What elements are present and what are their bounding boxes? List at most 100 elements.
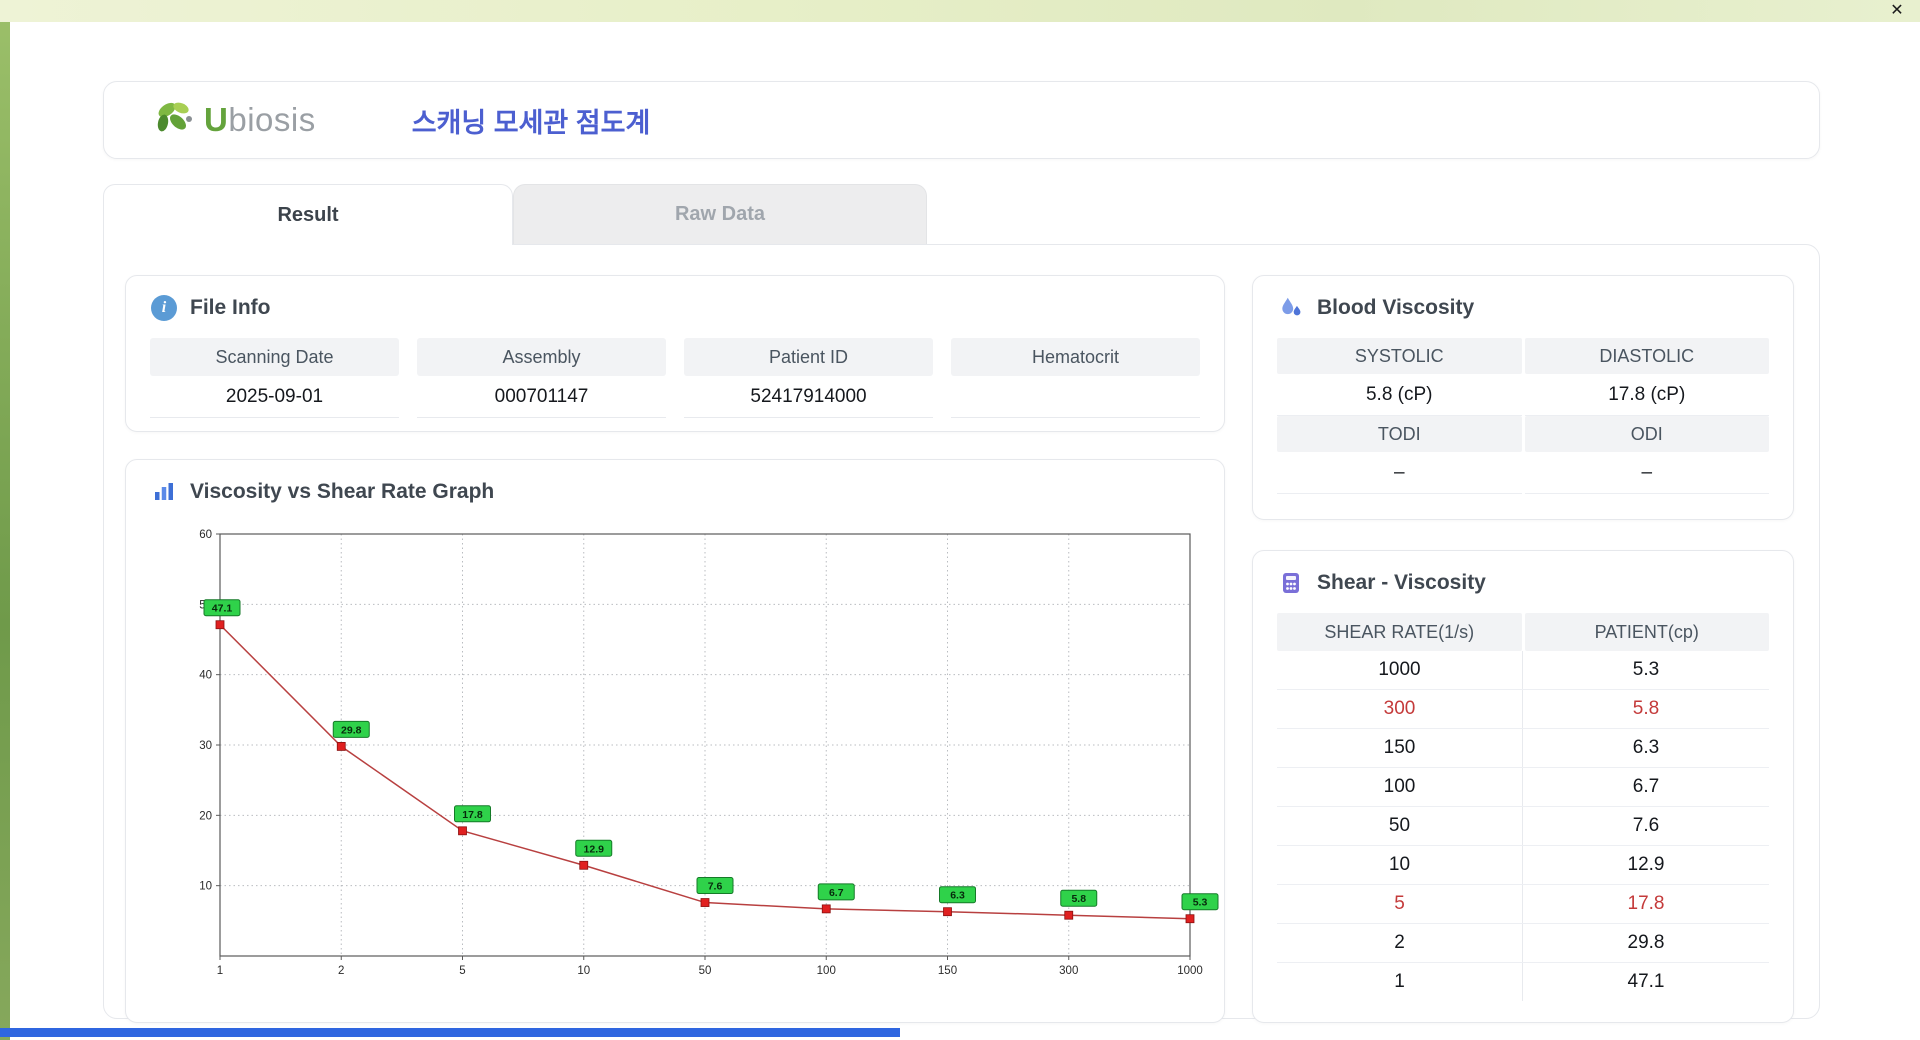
shear-table-header: SHEAR RATE(1/s) PATIENT(cp) [1277, 613, 1769, 651]
graph-title: Viscosity vs Shear Rate Graph [150, 478, 1200, 506]
table-row: 1000 5.3 [1277, 651, 1769, 690]
blood-viscosity-title-text: Blood Viscosity [1317, 296, 1475, 319]
svg-text:2: 2 [338, 965, 344, 977]
chart-point [943, 907, 952, 917]
file-info-title-text: File Info [190, 296, 271, 319]
graph-title-text: Viscosity vs Shear Rate Graph [190, 480, 495, 503]
field-value: 52417914000 [684, 376, 933, 418]
bv-value-todi: – [1277, 452, 1522, 494]
svg-text:12.9: 12.9 [584, 843, 605, 855]
table-row: 50 7.6 [1277, 807, 1769, 846]
svg-text:5.3: 5.3 [1193, 897, 1208, 909]
content-panel: i File Info Scanning Date 2025-09-01 Ass… [103, 244, 1820, 1023]
field-assembly: Assembly 000701147 [417, 338, 666, 418]
svg-text:7.6: 7.6 [708, 881, 723, 893]
leaf-cluster-icon [157, 102, 192, 132]
chart-point [579, 860, 589, 870]
cell-patient: 29.8 [1627, 932, 1665, 953]
blood-viscosity-card: Blood Viscosity SYSTOLIC DIASTOLIC 5.8 (… [1252, 275, 1794, 520]
cell-shear-rate: 10 [1277, 846, 1523, 884]
info-icon: i [151, 295, 177, 321]
app-title: 스캐닝 모세관 점도계 [411, 107, 651, 138]
shear-table-body: 1000 5.3 300 5.8 150 6.3 100 6.7 50 7.6 10 12.9 5 17.… [1277, 651, 1769, 1001]
svg-text:50: 50 [699, 965, 712, 977]
chart-point [821, 904, 831, 914]
bv-header-diastolic: DIASTOLIC [1524, 338, 1769, 374]
cell-patient: 47.1 [1627, 971, 1665, 992]
cell-patient: 5.8 [1632, 698, 1660, 719]
graph-card: Viscosity vs Shear Rate Graph 10 20 30 40 50… [125, 459, 1225, 1023]
file-info-title: i File Info [150, 294, 1200, 322]
cell-patient: 12.9 [1627, 854, 1665, 875]
field-value [951, 376, 1200, 418]
cell-shear-rate: 100 [1277, 768, 1523, 806]
desktop-left-strip [0, 0, 10, 1040]
col-patient: PATIENT(cp) [1524, 613, 1769, 651]
chart-point [215, 620, 225, 630]
svg-text:300: 300 [1059, 965, 1078, 977]
svg-text:20: 20 [199, 810, 212, 822]
svg-text:47.1: 47.1 [212, 603, 233, 615]
tab-result[interactable]: Result [103, 184, 513, 245]
table-row: 1 47.1 [1277, 963, 1769, 1001]
svg-text:5.8: 5.8 [1071, 893, 1086, 905]
field-value: 000701147 [417, 376, 666, 418]
viscosity-chart: 1020304050601251050100150300100047.129.8… [199, 529, 1219, 977]
svg-text:10: 10 [199, 881, 212, 893]
bv-value-systolic: 5.8 (cP) [1277, 374, 1522, 416]
cell-patient: 5.3 [1632, 659, 1660, 680]
bv-value-odi: – [1524, 452, 1769, 494]
svg-text:40: 40 [199, 670, 212, 682]
tab-bar: Result Raw Data [103, 184, 927, 245]
svg-text:30: 30 [199, 740, 212, 752]
svg-text:10: 10 [577, 965, 590, 977]
bv-header-systolic: SYSTOLIC [1277, 338, 1522, 374]
field-label: Patient ID [684, 338, 933, 376]
col-shear-rate: SHEAR RATE(1/s) [1277, 613, 1522, 651]
cell-shear-rate: 50 [1277, 807, 1523, 845]
app-window: Ubiosis 스캐닝 모세관 점도계 Result Raw Data i Fi… [10, 22, 1920, 1030]
cell-patient: 6.7 [1632, 776, 1660, 797]
svg-text:5: 5 [459, 965, 465, 977]
blood-viscosity-title: Blood Viscosity [1277, 294, 1769, 322]
table-row: 150 6.3 [1277, 729, 1769, 768]
chart-point [1064, 910, 1074, 920]
svg-text:29.8: 29.8 [341, 724, 362, 736]
cell-shear-rate: 1 [1277, 963, 1523, 1001]
desktop-top-strip [0, 0, 1920, 22]
table-row: 100 6.7 [1277, 768, 1769, 807]
ubiosis-logo: Ubiosis [152, 99, 316, 141]
svg-text:6.3: 6.3 [950, 890, 965, 902]
cell-patient: 7.6 [1632, 815, 1660, 836]
file-info-fields: Scanning Date 2025-09-01 Assembly 000701… [150, 338, 1200, 418]
svg-text:100: 100 [817, 965, 836, 977]
cell-shear-rate: 5 [1277, 885, 1523, 923]
header-card: Ubiosis 스캐닝 모세관 점도계 [103, 81, 1820, 159]
bv-header-todi: TODI [1277, 416, 1522, 452]
field-label: Scanning Date [150, 338, 399, 376]
bv-value-diastolic: 17.8 (cP) [1524, 374, 1769, 416]
svg-text:6.7: 6.7 [829, 887, 844, 899]
chart-holder: 1020304050601251050100150300100047.129.8… [176, 522, 1219, 988]
field-label: Hematocrit [951, 338, 1200, 376]
svg-text:1000: 1000 [1177, 965, 1203, 977]
calculator-icon [1283, 573, 1299, 593]
svg-text:1: 1 [217, 965, 223, 977]
cell-shear-rate: 1000 [1277, 651, 1523, 689]
close-icon[interactable]: ✕ [1886, 1, 1908, 21]
chart-point [1185, 914, 1195, 924]
shear-viscosity-card: Shear - Viscosity SHEAR RATE(1/s) PATIEN… [1252, 550, 1794, 1023]
chart-point [458, 826, 467, 836]
cell-shear-rate: 150 [1277, 729, 1523, 767]
bv-header-odi: ODI [1524, 416, 1769, 452]
field-label: Assembly [417, 338, 666, 376]
cell-shear-rate: 2 [1277, 924, 1523, 962]
tab-raw-data[interactable]: Raw Data [513, 184, 927, 244]
table-row: 10 12.9 [1277, 846, 1769, 885]
table-row: 2 29.8 [1277, 924, 1769, 963]
field-scanning-date: Scanning Date 2025-09-01 [150, 338, 399, 418]
bar-chart-icon [155, 483, 173, 500]
svg-text:150: 150 [938, 965, 957, 977]
cell-patient: 17.8 [1627, 893, 1665, 914]
file-info-card: i File Info Scanning Date 2025-09-01 Ass… [125, 275, 1225, 432]
